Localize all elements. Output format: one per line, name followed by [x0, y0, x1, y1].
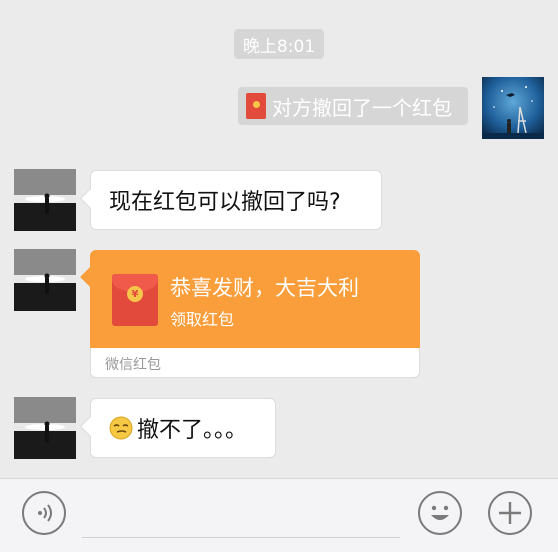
emoji-icon[interactable]: [418, 491, 462, 535]
chat-area: 晚上8:01 对方撤回了一个红包 现在红包可以撤回了吗? ¥ 恭喜发财，大吉大利…: [0, 0, 558, 478]
red-packet-title: 恭喜发财，大吉大利: [170, 276, 359, 300]
message-bubble[interactable]: 撤不了。。。: [90, 398, 276, 458]
smirk-emoji-icon: [109, 416, 133, 440]
red-packet-footer: 微信红包: [90, 348, 420, 378]
message-text: 撤不了。。。: [137, 418, 248, 443]
recall-notice-text: 对方撤回了一个红包: [272, 95, 452, 120]
timestamp: 晚上8:01: [234, 29, 324, 59]
red-packet-card[interactable]: ¥ 恭喜发财，大吉大利 领取红包 微信红包: [90, 250, 420, 378]
red-packet-icon: ¥: [112, 274, 158, 326]
input-toolbar: [0, 478, 558, 552]
red-packet-icon: [246, 93, 266, 119]
friend-avatar[interactable]: [14, 249, 76, 311]
red-packet-body[interactable]: ¥ 恭喜发财，大吉大利 领取红包: [90, 250, 420, 348]
message-text: 现在红包可以撤回了吗?: [109, 190, 341, 215]
voice-icon[interactable]: [22, 491, 66, 535]
friend-avatar[interactable]: [14, 397, 76, 459]
friend-avatar[interactable]: [14, 169, 76, 231]
red-packet-action: 领取红包: [170, 310, 235, 329]
message-input[interactable]: [82, 537, 400, 538]
recall-notice: 对方撤回了一个红包: [238, 87, 468, 125]
self-avatar[interactable]: [482, 77, 544, 139]
coin-icon: ¥: [127, 286, 143, 302]
message-bubble[interactable]: 现在红包可以撤回了吗?: [90, 170, 382, 230]
plus-icon[interactable]: [488, 491, 532, 535]
red-packet-footer-label: 微信红包: [105, 357, 161, 373]
